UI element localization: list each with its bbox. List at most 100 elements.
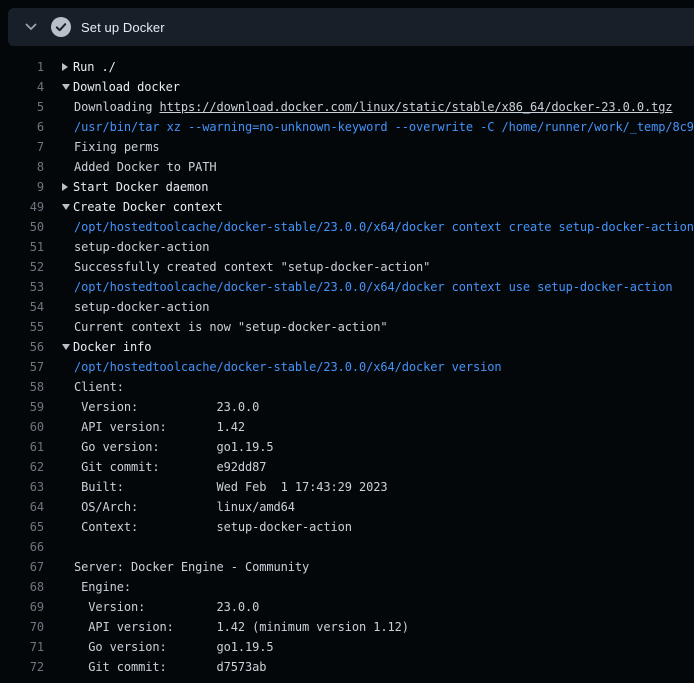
log-group-header[interactable]: 1 Run ./ <box>0 57 694 77</box>
chevron-expanded-icon <box>62 84 73 90</box>
line-number[interactable]: 51 <box>0 237 44 257</box>
log-line: 67Server: Docker Engine - Community <box>0 557 694 577</box>
log-group-header[interactable]: 49 Create Docker context <box>0 197 694 217</box>
log-line: 8Added Docker to PATH <box>0 157 694 177</box>
log-text-output: Current context is now "setup-docker-act… <box>44 317 387 337</box>
log-line: 59 Version: 23.0.0 <box>0 397 694 417</box>
line-number[interactable]: 59 <box>0 397 44 417</box>
line-number[interactable]: 60 <box>0 417 44 437</box>
line-number[interactable]: 61 <box>0 437 44 457</box>
line-number[interactable]: 56 <box>0 337 44 357</box>
log-group-header[interactable]: 56 Docker info <box>0 337 694 357</box>
line-number[interactable]: 1 <box>0 57 44 77</box>
step-header[interactable]: Set up Docker <box>8 8 694 46</box>
log-line: 57/opt/hostedtoolcache/docker-stable/23.… <box>0 357 694 377</box>
log-line: 55Current context is now "setup-docker-a… <box>0 317 694 337</box>
line-number[interactable]: 69 <box>0 597 44 617</box>
line-number[interactable]: 72 <box>0 657 44 677</box>
group-title: Create Docker context <box>73 197 223 217</box>
log-text-output: Version: 23.0.0 <box>44 597 259 617</box>
log-text-output: Downloading <box>74 100 160 114</box>
log-group-header[interactable]: 9 Start Docker daemon <box>0 177 694 197</box>
line-number[interactable]: 53 <box>0 277 44 297</box>
log-group-header[interactable]: 4 Download docker <box>0 77 694 97</box>
line-number[interactable]: 52 <box>0 257 44 277</box>
log-line: 54setup-docker-action <box>0 297 694 317</box>
log-text-output: API version: 1.42 <box>44 417 245 437</box>
line-number[interactable]: 67 <box>0 557 44 577</box>
log-line: 6/usr/bin/tar xz --warning=no-unknown-ke… <box>0 117 694 137</box>
log-line: 52Successfully created context "setup-do… <box>0 257 694 277</box>
log-text-output: Client: <box>44 377 124 397</box>
chevron-right-icon <box>62 63 73 71</box>
log-text-output: API version: 1.42 (minimum version 1.12) <box>44 617 409 637</box>
log-text-output: Context: setup-docker-action <box>44 517 352 537</box>
line-number[interactable]: 65 <box>0 517 44 537</box>
log-line: 61 Go version: go1.19.5 <box>0 437 694 457</box>
check-circle-icon <box>51 17 71 37</box>
chevron-expanded-icon <box>62 204 73 210</box>
log-line: 68 Engine: <box>0 577 694 597</box>
line-number[interactable]: 58 <box>0 377 44 397</box>
log-text-output: Fixing perms <box>44 137 160 157</box>
log-text-output: Engine: <box>44 577 131 597</box>
step-title: Set up Docker <box>81 20 165 35</box>
log-line: 69 Version: 23.0.0 <box>0 597 694 617</box>
log-text-output: Successfully created context "setup-dock… <box>44 257 430 277</box>
log-text-output: Git commit: e92dd87 <box>44 457 266 477</box>
line-number[interactable]: 62 <box>0 457 44 477</box>
chevron-down-icon[interactable] <box>24 20 38 34</box>
log-line: 7Fixing perms <box>0 137 694 157</box>
log-text-output: Built: Wed Feb 1 17:43:29 2023 <box>44 477 387 497</box>
log-url-link[interactable]: https://download.docker.com/linux/static… <box>160 100 673 114</box>
log-line: 64 OS/Arch: linux/amd64 <box>0 497 694 517</box>
line-number[interactable]: 5 <box>0 97 44 117</box>
line-number[interactable]: 71 <box>0 637 44 657</box>
log-text-output: Go version: go1.19.5 <box>44 437 274 457</box>
log-line: 72 Git commit: d7573ab <box>0 657 694 677</box>
line-number[interactable]: 49 <box>0 197 44 217</box>
line-number[interactable]: 7 <box>0 137 44 157</box>
log-text-output: Version: 23.0.0 <box>44 397 259 417</box>
group-title: Download docker <box>73 77 180 97</box>
log-text-output: Go version: go1.19.5 <box>44 637 274 657</box>
log-line: 53/opt/hostedtoolcache/docker-stable/23.… <box>0 277 694 297</box>
log-line: 60 API version: 1.42 <box>0 417 694 437</box>
log-text-command: /usr/bin/tar xz --warning=no-unknown-key… <box>44 117 694 137</box>
log-text-output: setup-docker-action <box>44 297 209 317</box>
chevron-right-icon <box>62 183 73 191</box>
group-title: Start Docker daemon <box>73 177 208 197</box>
line-number[interactable]: 50 <box>0 217 44 237</box>
log-line: 50/opt/hostedtoolcache/docker-stable/23.… <box>0 217 694 237</box>
log-line: 51setup-docker-action <box>0 237 694 257</box>
log-text-command: /opt/hostedtoolcache/docker-stable/23.0.… <box>44 217 694 237</box>
log-viewer: 1 Run ./ 4 Download docker 5 Downloading http… <box>0 46 694 677</box>
line-number[interactable]: 68 <box>0 577 44 597</box>
line-number[interactable]: 70 <box>0 617 44 637</box>
log-line: 63 Built: Wed Feb 1 17:43:29 2023 <box>0 477 694 497</box>
line-number[interactable]: 55 <box>0 317 44 337</box>
line-number[interactable]: 54 <box>0 297 44 317</box>
line-number[interactable]: 64 <box>0 497 44 517</box>
line-number[interactable]: 57 <box>0 357 44 377</box>
group-title: Run ./ <box>73 57 116 77</box>
line-number[interactable]: 8 <box>0 157 44 177</box>
log-line: 58Client: <box>0 377 694 397</box>
log-line: 71 Go version: go1.19.5 <box>0 637 694 657</box>
log-text-command: /opt/hostedtoolcache/docker-stable/23.0.… <box>44 277 672 297</box>
log-line: 66 <box>0 537 694 557</box>
log-text-output: Server: Docker Engine - Community <box>44 557 309 577</box>
line-number[interactable]: 63 <box>0 477 44 497</box>
chevron-expanded-icon <box>62 344 73 350</box>
line-number[interactable]: 6 <box>0 117 44 137</box>
log-text-output: setup-docker-action <box>44 237 209 257</box>
log-line: 62 Git commit: e92dd87 <box>0 457 694 477</box>
line-number[interactable]: 4 <box>0 77 44 97</box>
log-text-command: /opt/hostedtoolcache/docker-stable/23.0.… <box>44 357 501 377</box>
log-text-output: OS/Arch: linux/amd64 <box>44 497 295 517</box>
line-number[interactable]: 9 <box>0 177 44 197</box>
log-text-output: Git commit: d7573ab <box>44 657 266 677</box>
log-line: 70 API version: 1.42 (minimum version 1.… <box>0 617 694 637</box>
group-title: Docker info <box>73 337 151 357</box>
line-number[interactable]: 66 <box>0 537 44 557</box>
